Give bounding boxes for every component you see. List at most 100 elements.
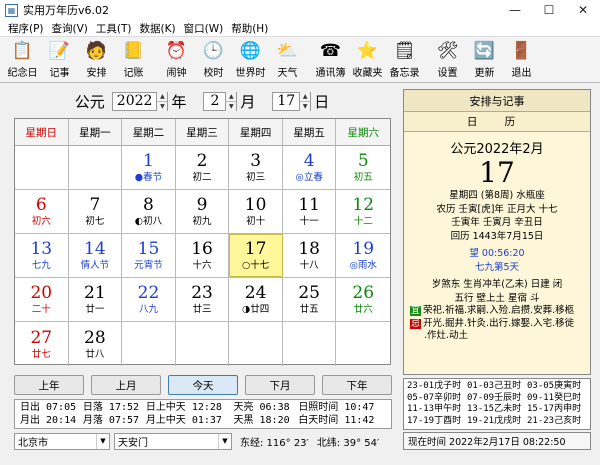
day-cell-today[interactable]: 17 ○十七 [229,234,283,277]
menu-program[interactable]: 程序(P) [8,21,44,36]
day-cell[interactable]: 24 ◑廿四 [229,278,283,321]
day-cell[interactable]: 1 ●春节 [122,146,176,189]
menu-query[interactable]: 查询(V) [52,21,88,36]
year-value: 2022 [116,93,153,109]
day-number: 27 [30,327,53,348]
toolbar-ledger-button[interactable]: 📒 记账 [115,37,152,81]
toolbar-time-sync-button[interactable]: 🕒 校时 [195,37,232,81]
today-button[interactable]: 今天 [168,375,238,395]
lunar-label: 情人节 [80,260,110,271]
day-cell[interactable]: 15 元宵节 [122,234,176,277]
day-cell[interactable]: 7 初七 [69,190,123,233]
prev-month-button[interactable]: 上月 [91,375,161,395]
menu-help[interactable]: 帮助(H) [231,21,268,36]
day-cell[interactable]: 6 初六 [15,190,69,233]
spin-up-icon[interactable]: ▲ [157,92,167,101]
toolbar-update-button[interactable]: 🔄 更新 [466,37,503,81]
day-number: 24 [244,283,267,303]
day-cell[interactable]: 14 情人节 [69,234,123,277]
prev-year-button[interactable]: 上年 [14,375,84,395]
toolbar-address-book-button[interactable]: ☎ 通讯簿 [312,37,349,81]
day-cell[interactable]: 9 初九 [176,190,230,233]
lunar-label: 廿三 [192,304,212,315]
day-cell[interactable]: 19 ◎雨水 [336,234,390,277]
spin-down-icon[interactable]: ▼ [157,100,168,111]
maximize-button[interactable]: ☐ [532,0,566,20]
year-spinner[interactable]: 2022 ▲ ▼ [111,91,169,111]
moonrise: 月出 20:14 [20,415,77,426]
toolbar-alarm-button[interactable]: ⏰ 闹钟 [158,37,195,81]
schedule-notes-button[interactable]: 安排与记事 [404,90,590,112]
day-number: 4 [303,151,315,171]
day-cell[interactable]: 5 初五 [336,146,390,189]
detail-weekday: 星期四 (第8周) 水瓶座 [449,190,545,201]
city-select[interactable]: 北京市 ▼ [14,432,110,450]
app-icon: ▦ [5,3,18,17]
menu-data[interactable]: 数据(K) [140,21,176,36]
day-number: 17 [244,239,267,259]
day-cell[interactable]: 11 十一 [283,190,337,233]
toolbar-memorial-button[interactable]: 📋 纪念日 [4,37,41,81]
address-book-icon: ☎ [319,41,342,61]
toolbar-weather-button[interactable]: ⛅ 天气 [269,37,306,81]
day-cell[interactable]: 22 八九 [122,278,176,321]
ledger-icon: 📒 [122,41,145,61]
month-spinner[interactable]: 2 ▲ ▼ [203,91,238,111]
toolbar-label: 通讯簿 [315,68,346,79]
day-cell[interactable]: 26 廿六 [336,278,390,321]
day-number: 13 [30,239,53,259]
day-cell[interactable]: 2 初二 [176,146,230,189]
day-cell[interactable]: 23 廿三 [176,278,230,321]
empty-day-cell [229,322,283,366]
ji-text: 开光.掘井.针灸.出行.嫁娶.入宅.移徙 [423,317,575,329]
day-cell[interactable]: 20 二十 [15,278,69,321]
day-cell[interactable]: 27 廿七 [15,322,69,366]
toolbar-favorites-button[interactable]: ⭐ 收藏夹 [349,37,386,81]
chinese-hour: 15-17丙申时 [527,404,582,414]
day-cell[interactable]: 25 廿五 [283,278,337,321]
toolbar-exit-button[interactable]: 🚪 退出 [503,37,540,81]
ji-tag: 忌 [410,318,422,329]
day-number: 25 [298,283,320,303]
calendar-tab[interactable]: 日 历 [404,112,590,132]
next-year-button[interactable]: 下年 [322,375,392,395]
day-cell[interactable]: 8 ◐初八 [122,190,176,233]
toolbar-label: 记账 [123,68,144,79]
favorites-icon: ⭐ [356,41,379,61]
title-bar: ▦ 实用万年历v6.02 — ☐ ✕ [0,0,600,20]
day-cell[interactable]: 28 廿八 [69,322,123,366]
toolbar-schedule-button[interactable]: 🧑 安排 [78,37,115,81]
toolbar-note-button[interactable]: 📝 记事 [41,37,78,81]
day-cell[interactable]: 10 初十 [229,190,283,233]
chevron-down-icon: ▼ [218,433,231,449]
toolbar-memo-button[interactable]: 🗒 备忘录 [386,37,423,81]
window-controls: — ☐ ✕ [498,0,600,20]
next-month-button[interactable]: 下月 [245,375,315,395]
spin-up-icon[interactable]: ▲ [226,92,236,101]
sunset: 日落 17:52 [82,402,140,413]
day-cell[interactable]: 4 ◎立春 [283,146,337,189]
day-cell[interactable]: 21 廿一 [69,278,123,321]
lunar-label: 元宵节 [134,260,163,271]
spin-down-icon[interactable]: ▼ [300,100,311,111]
day-cell[interactable]: 13 七九 [15,234,69,277]
minimize-button[interactable]: — [498,0,532,20]
spin-up-icon[interactable]: ▲ [300,92,310,101]
day-spinner[interactable]: 17 ▲ ▼ [272,91,312,111]
menu-window[interactable]: 窗口(W) [184,21,224,36]
toolbar-settings-button[interactable]: 🛠 设置 [429,37,466,81]
chevron-down-icon: ▼ [96,433,109,449]
menu-tools[interactable]: 工具(T) [96,21,132,36]
day-cell[interactable]: 16 十六 [176,234,230,277]
day-cell[interactable]: 18 十八 [283,234,337,277]
toolbar-label: 退出 [511,68,532,79]
place-select[interactable]: 天安门 ▼ [114,432,232,450]
day-cell[interactable]: 3 初三 [229,146,283,189]
close-button[interactable]: ✕ [566,0,600,20]
day-value: 17 [277,93,296,109]
detail-month-title: 公元2022年2月 [450,142,544,157]
day-cell[interactable]: 12 十二 [336,190,390,233]
toolbar-globe-button[interactable]: 🌐 世界时 [232,37,269,81]
spin-down-icon[interactable]: ▼ [226,100,237,111]
place-value: 天安门 [118,437,148,449]
